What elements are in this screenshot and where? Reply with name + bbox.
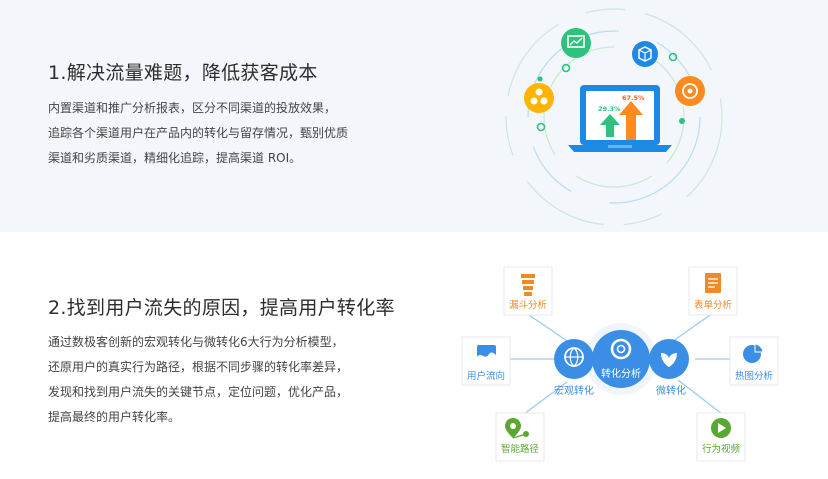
card-funnel-analysis[interactable]: 漏斗分析 [503,266,553,316]
play-icon [711,418,731,438]
micro-label: 微转化 [656,384,686,397]
conversion-diagram: 转化分析 宏观转化 微转化 漏斗分析 表单分析 用户流向 热图分析 智能路径 行… [461,266,779,462]
center-label: 转化分析 [601,367,641,380]
flow-label: 用户流向 [467,370,505,382]
node-macro-conversion: 宏观转化 [554,339,594,397]
form-label: 表单分析 [694,299,733,311]
wave-icon [477,345,496,362]
traffic-illustration: 29.3% 67.5% [505,8,723,226]
card-user-flow[interactable]: 用户流向 [461,336,511,386]
group-icon [524,83,554,113]
section-traffic: 1.解决流量难题，降低获客成本 内置渠道和推广分析报表，区分不同渠道的投放效果，… [0,0,828,232]
funnel-label: 漏斗分析 [509,299,548,311]
heatmap-label: 热图分析 [735,370,774,382]
form-icon [705,273,721,293]
path-label: 智能路径 [501,443,540,455]
node-conversion-analysis: 转化分析 [585,323,657,395]
section-conversion: 2.找到用户流失的原因，提高用户转化率 通过数极客创新的宏观转化与微转化6大行为… [0,232,828,479]
cube-icon [632,41,658,67]
card-behavior-video[interactable]: 行为视频 [696,412,746,462]
right-percent-label: 67.5% [622,94,645,102]
card-heatmap-analysis[interactable]: 热图分析 [729,336,779,386]
presentation-icon [561,28,591,58]
node-micro-conversion: 微转化 [649,339,689,397]
left-percent-label: 29.3% [598,105,621,113]
card-form-analysis[interactable]: 表单分析 [688,266,738,316]
laptop-icon: 29.3% 67.5% [568,85,672,152]
card-smart-path[interactable]: 智能路径 [495,412,545,462]
macro-label: 宏观转化 [554,384,594,397]
video-label: 行为视频 [702,443,741,455]
target-icon [675,76,705,106]
